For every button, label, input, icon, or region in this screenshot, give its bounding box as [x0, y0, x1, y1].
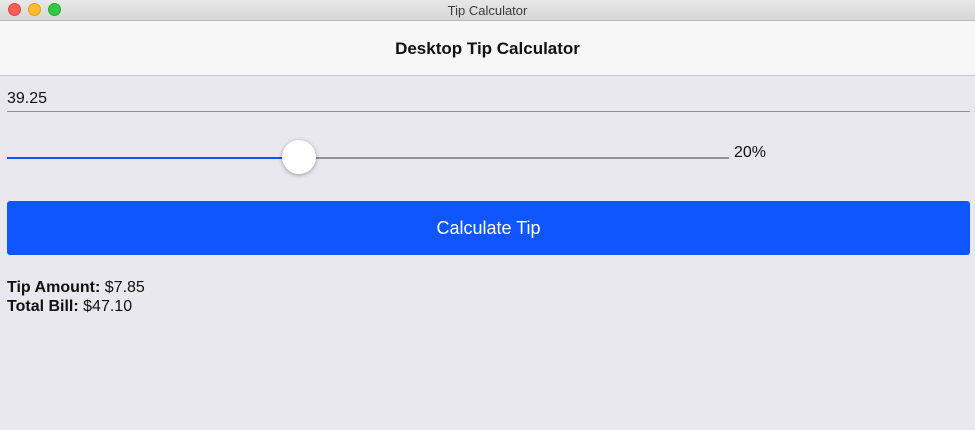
bill-amount-input[interactable] [7, 86, 970, 112]
tip-amount-row: Tip Amount: $7.85 [7, 278, 145, 297]
total-bill-row: Total Bill: $47.10 [7, 297, 132, 316]
calculate-tip-button[interactable]: Calculate Tip [7, 201, 970, 255]
tip-amount-value: $7.85 [104, 279, 145, 296]
total-bill-label: Total Bill: [7, 298, 79, 315]
total-bill-value: $47.10 [83, 298, 133, 315]
window-title: Tip Calculator [447, 3, 528, 18]
title-bar[interactable]: Tip Calculator [0, 0, 975, 21]
tip-percent-label: 20% [734, 144, 767, 161]
tip-amount-label: Tip Amount: [7, 279, 101, 296]
navigation-header: Desktop Tip Calculator [0, 21, 975, 76]
slider-fill [7, 157, 299, 159]
tip-percent-slider[interactable] [7, 140, 729, 176]
slider-thumb[interactable] [282, 140, 316, 174]
app-window: Tip Calculator Desktop Tip Calculator 20… [0, 0, 975, 430]
page-title: Desktop Tip Calculator [395, 39, 580, 58]
